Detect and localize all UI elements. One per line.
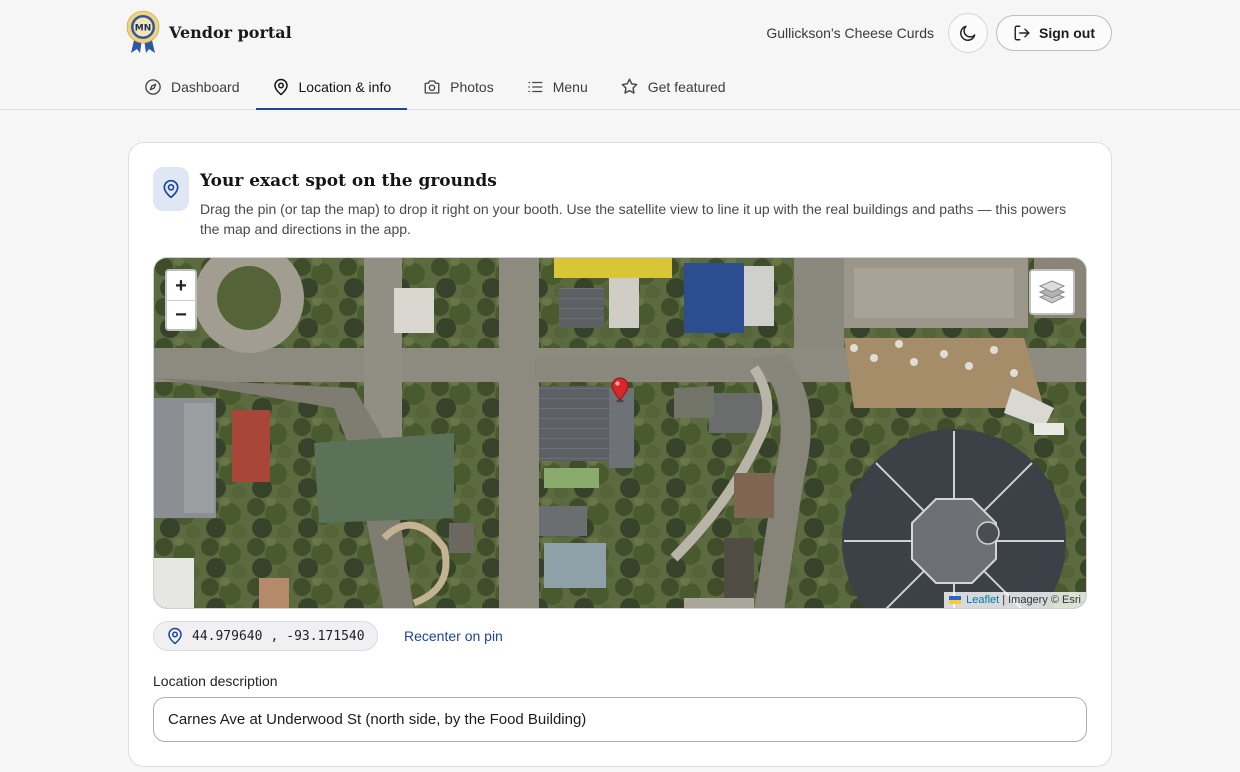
location-pin-marker[interactable] xyxy=(611,377,629,403)
ukraine-flag-icon xyxy=(949,596,962,604)
tab-dashboard[interactable]: Dashboard xyxy=(128,64,256,109)
tab-label: Location & info xyxy=(298,78,392,95)
tab-photos[interactable]: Photos xyxy=(407,64,510,109)
nav-tabs: Dashboard Location & info Photos Menu Ge… xyxy=(128,64,742,110)
brand-title: Vendor portal xyxy=(169,22,292,42)
coordinate-separator: , xyxy=(270,628,279,644)
sign-out-button[interactable]: Sign out xyxy=(996,15,1112,51)
card-title: Your exact spot on the grounds xyxy=(200,171,497,191)
coordinates-chip: 44.979640 , -93.171540 xyxy=(153,621,378,651)
tab-label: Photos xyxy=(450,78,494,95)
map-pin-icon xyxy=(168,627,182,645)
list-icon xyxy=(528,81,543,92)
location-description-input[interactable] xyxy=(153,697,1087,742)
map-pin-icon xyxy=(273,78,288,95)
top-header: MN Vendor portal Gullickson's Cheese Cur… xyxy=(0,0,1240,110)
theme-toggle-button[interactable] xyxy=(948,13,988,53)
tab-menu[interactable]: Menu xyxy=(510,64,604,109)
longitude-value: -93.171540 xyxy=(286,628,365,644)
satellite-map[interactable]: + − Leaflet | Imagery © Esri xyxy=(153,257,1087,609)
tab-label: Menu xyxy=(552,78,588,95)
tab-get-featured[interactable]: Get featured xyxy=(604,64,742,109)
logo-text: MN xyxy=(135,24,152,34)
imagery-credit: | Imagery © Esri xyxy=(1002,594,1081,606)
moon-icon xyxy=(960,25,976,41)
latitude-value: 44.979640 xyxy=(192,628,263,644)
sign-out-label: Sign out xyxy=(1039,25,1095,41)
card-description: Drag the pin (or tap the map) to drop it… xyxy=(200,201,1067,237)
vendor-name: Gullickson's Cheese Curds xyxy=(766,25,934,41)
satellite-imagery[interactable] xyxy=(154,258,1087,609)
card-icon-badge xyxy=(153,167,189,211)
compass-icon xyxy=(145,78,161,95)
location-card: Your exact spot on the grounds Drag the … xyxy=(128,142,1112,767)
layers-button[interactable] xyxy=(1029,269,1075,315)
map-pin-icon xyxy=(163,179,179,199)
zoom-in-button[interactable]: + xyxy=(167,271,195,300)
state-fair-ribbon-logo: MN xyxy=(125,10,161,54)
map-attribution: Leaflet | Imagery © Esri xyxy=(944,592,1086,608)
star-icon xyxy=(621,78,638,94)
camera-icon xyxy=(424,79,440,94)
tab-label: Get featured xyxy=(647,78,726,95)
sign-out-icon xyxy=(1014,25,1030,41)
tab-location-info[interactable]: Location & info xyxy=(255,64,408,110)
leaflet-link[interactable]: Leaflet xyxy=(966,594,999,606)
recenter-on-pin-link[interactable]: Recenter on pin xyxy=(404,628,503,644)
zoom-out-button[interactable]: − xyxy=(167,300,195,329)
zoom-control: + − xyxy=(165,269,197,331)
header-actions: Gullickson's Cheese Curds Sign out xyxy=(766,13,1112,53)
layers-icon xyxy=(1038,280,1066,304)
location-description-label: Location description xyxy=(153,673,278,689)
tab-label: Dashboard xyxy=(171,78,240,95)
brand[interactable]: MN Vendor portal xyxy=(125,10,292,54)
